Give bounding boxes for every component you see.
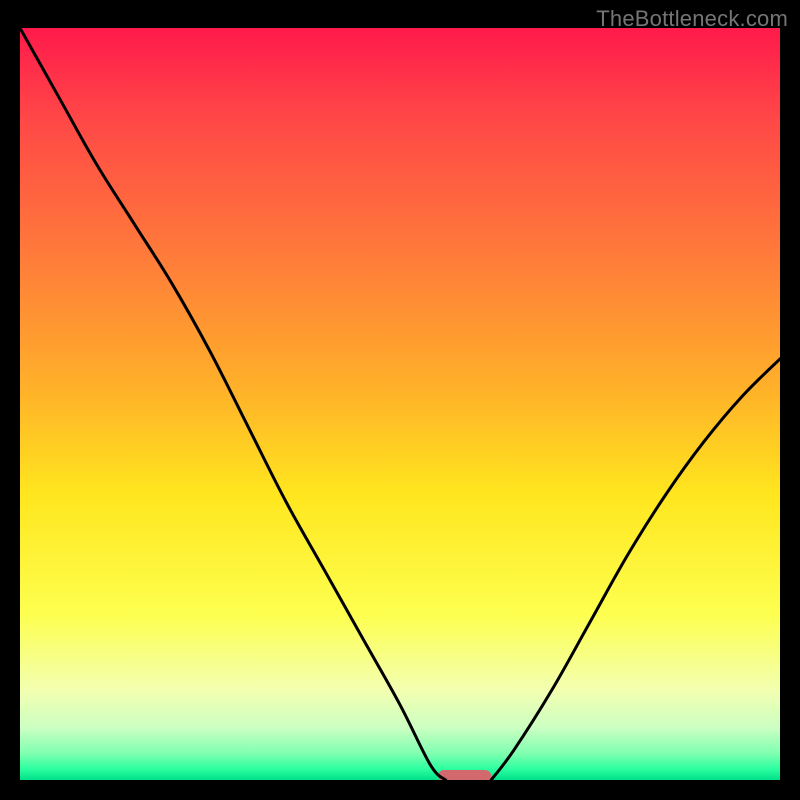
chart-svg xyxy=(20,28,780,780)
gradient-background xyxy=(20,28,780,780)
chart-container: TheBottleneck.com xyxy=(0,0,800,800)
plot-area xyxy=(20,28,780,780)
